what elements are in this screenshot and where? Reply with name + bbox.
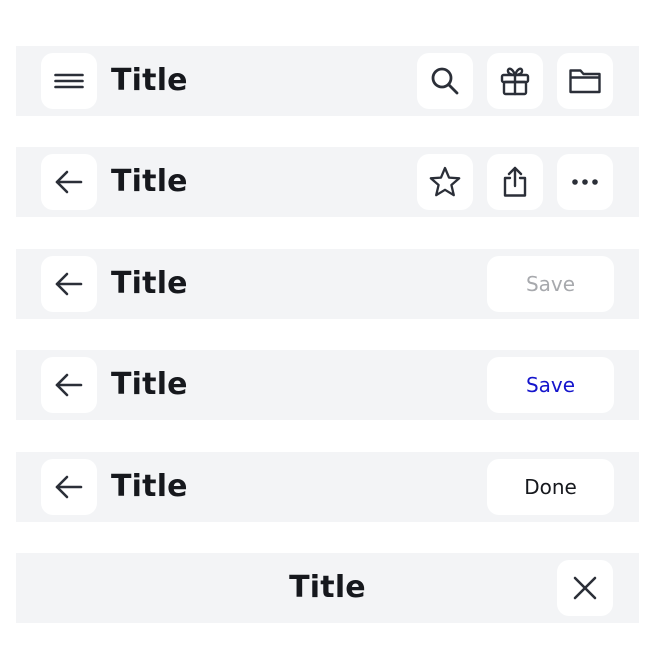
done-button[interactable]: Done	[487, 459, 614, 515]
page-title: Title	[111, 266, 188, 301]
nav-bar-done: Title Done	[16, 452, 639, 522]
nav-bar-save-active: Title Save	[16, 350, 639, 420]
navigation-bar-variants: Title Title Title Save Title Save Title …	[0, 0, 655, 670]
menu-button[interactable]	[41, 53, 97, 109]
close-button[interactable]	[557, 560, 613, 616]
page-title: Title	[111, 63, 188, 98]
back-button[interactable]	[41, 256, 97, 312]
nav-bar-modal: Title	[16, 553, 639, 623]
star-icon	[429, 166, 461, 197]
nav-bar-detail: Title	[16, 147, 639, 217]
page-title: Title	[111, 164, 188, 199]
page-title: Title	[111, 367, 188, 402]
more-button[interactable]	[557, 154, 613, 210]
back-button[interactable]	[41, 459, 97, 515]
share-button[interactable]	[487, 154, 543, 210]
page-title: Title	[111, 469, 188, 504]
favorite-button[interactable]	[417, 154, 473, 210]
share-icon	[503, 166, 527, 197]
save-button-disabled[interactable]: Save	[487, 256, 614, 312]
back-button[interactable]	[41, 154, 97, 210]
nav-bar-main: Title	[16, 46, 639, 116]
page-title: Title	[289, 570, 366, 605]
menu-icon	[54, 73, 84, 89]
arrow-left-icon	[55, 373, 83, 397]
search-icon	[431, 67, 459, 95]
arrow-left-icon	[55, 475, 83, 499]
close-icon	[573, 576, 597, 600]
search-button[interactable]	[417, 53, 473, 109]
gift-icon	[500, 67, 530, 96]
folder-icon	[569, 69, 601, 94]
back-button[interactable]	[41, 357, 97, 413]
more-horizontal-icon	[572, 179, 598, 185]
save-button[interactable]: Save	[487, 357, 614, 413]
gift-button[interactable]	[487, 53, 543, 109]
nav-bar-save-disabled: Title Save	[16, 249, 639, 319]
arrow-left-icon	[55, 170, 83, 194]
folder-button[interactable]	[557, 53, 613, 109]
arrow-left-icon	[55, 272, 83, 296]
